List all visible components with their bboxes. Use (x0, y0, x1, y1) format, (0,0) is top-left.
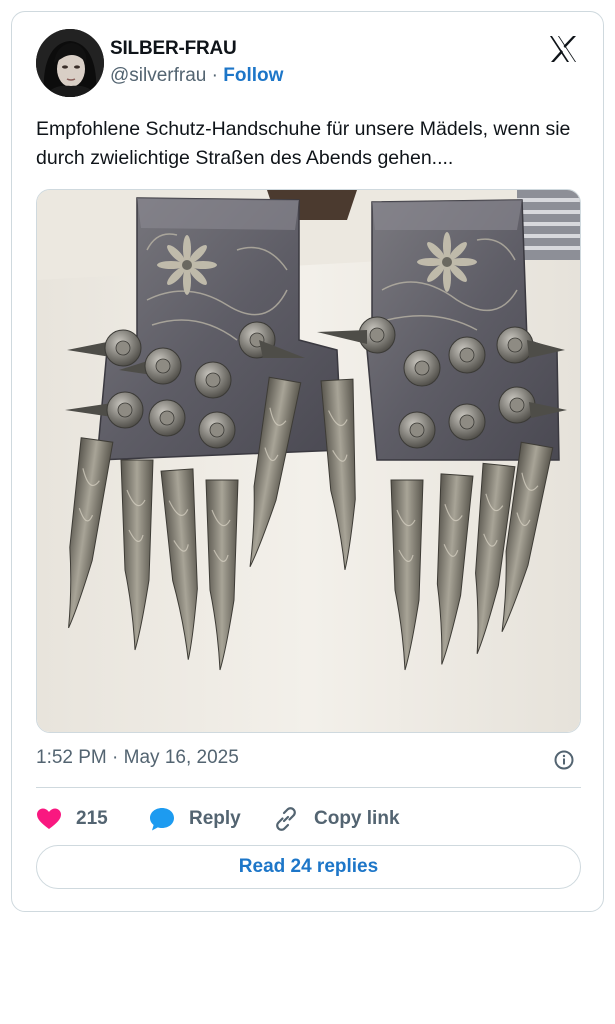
copy-link-label: Copy link (314, 808, 400, 829)
like-button[interactable]: 215 (36, 804, 108, 834)
reply-button[interactable]: Reply (149, 804, 241, 834)
reply-label: Reply (189, 808, 241, 829)
link-icon (272, 805, 300, 833)
tweet-timestamp[interactable]: 1:52 PM · May 16, 2025 (36, 747, 239, 769)
separator: · (211, 65, 218, 86)
divider (36, 787, 581, 788)
info-icon[interactable] (553, 749, 575, 771)
like-count: 215 (76, 808, 108, 829)
speech-bubble-icon (149, 806, 175, 832)
tweet-text: Empfohlene Schutz-Handschuhe für unsere … (36, 118, 571, 169)
read-replies-button[interactable]: Read 24 replies (36, 845, 581, 889)
x-logo-icon[interactable] (548, 34, 578, 64)
author-handle[interactable]: @silverfrau (110, 65, 206, 86)
tweet-card: SILBER-FRAU @silverfrau · Follow Empfohl… (11, 11, 604, 912)
author-name[interactable]: SILBER-FRAU (110, 38, 237, 60)
follow-button[interactable]: Follow (223, 65, 283, 86)
author-meta: @silverfrau · Follow (110, 65, 283, 87)
copy-link-button[interactable]: Copy link (272, 804, 400, 834)
action-bar: 215 Reply Copy link (36, 804, 581, 834)
tweet-image[interactable] (36, 189, 581, 733)
heart-icon (36, 807, 62, 831)
avatar[interactable] (36, 29, 104, 97)
